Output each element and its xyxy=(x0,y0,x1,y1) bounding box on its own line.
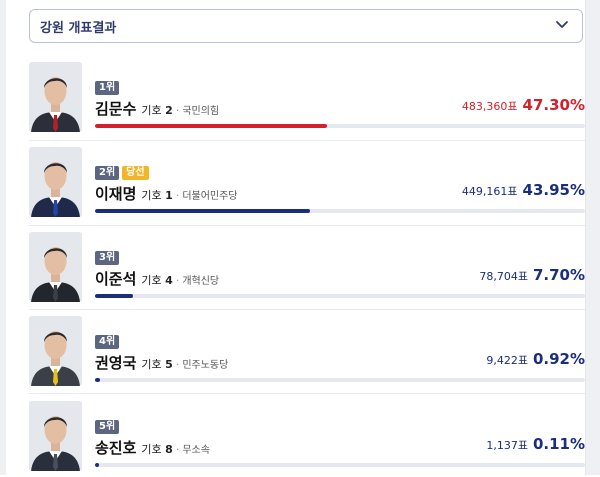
candidate-party: 더불어민주당 xyxy=(182,191,238,202)
candidate-photo xyxy=(29,62,82,132)
badge-group: 4위 xyxy=(95,335,120,349)
region-select-label: 강원 개표결과 xyxy=(40,20,117,36)
candidate-name: 이준석 xyxy=(95,270,137,288)
candidate-number-prefix: 기호 xyxy=(141,443,162,456)
badge-group: 2위 당선 xyxy=(95,166,149,180)
row-divider xyxy=(29,309,585,310)
candidate-photo xyxy=(29,401,82,471)
candidate-party: 무소속 xyxy=(182,445,210,456)
vote-percent: 0.11% xyxy=(532,435,585,453)
candidate-name: 송진호 xyxy=(95,439,137,457)
candidate-photo xyxy=(29,147,82,217)
candidate-number: 기호 8 xyxy=(141,441,172,457)
vote-share-bar-track xyxy=(95,378,585,382)
left-frame xyxy=(0,0,6,475)
candidate-row: 2위 당선 이재명 기호 1 · 더불어민주당 449,161표 43.95% xyxy=(29,147,589,223)
row-divider xyxy=(29,393,585,394)
badge-group: 5위 xyxy=(95,420,120,434)
row-divider xyxy=(29,140,585,141)
candidate-row: 3위 이준석 기호 4 · 개혁신당 78,704표 7.70% xyxy=(29,232,589,308)
vote-count: 483,360표 xyxy=(461,100,518,113)
rank-badge: 3위 xyxy=(95,251,120,265)
candidate-number-value: 8 xyxy=(165,443,173,456)
separator-dot: · xyxy=(175,443,180,456)
candidate-number-value: 1 xyxy=(165,189,173,202)
candidate-party: 국민의힘 xyxy=(182,106,220,117)
candidate-number: 기호 2 xyxy=(141,102,172,118)
vote-count: 449,161표 xyxy=(461,185,518,198)
candidate-name: 권영국 xyxy=(95,354,137,372)
separator-dot: · xyxy=(175,189,180,202)
candidate-number-prefix: 기호 xyxy=(141,274,162,287)
vote-share-bar-fill xyxy=(95,209,311,213)
vote-percent: 47.30% xyxy=(522,96,585,114)
vote-share-bar-track xyxy=(95,209,585,213)
rank-badge: 5위 xyxy=(95,420,120,434)
separator-dot: · xyxy=(175,358,180,371)
vote-share-bar-track xyxy=(95,294,585,298)
candidate-row: 4위 권영국 기호 5 · 민주노동당 9,422표 0.92% xyxy=(29,316,589,392)
candidate-number-prefix: 기호 xyxy=(141,358,162,371)
candidate-number: 기호 4 xyxy=(141,272,172,288)
vote-share-bar-fill xyxy=(95,463,99,467)
elected-badge: 당선 xyxy=(122,166,149,180)
vote-share-bar-fill xyxy=(95,294,133,298)
vote-share-bar-fill xyxy=(95,378,100,382)
region-select-dropdown[interactable]: 강원 개표결과 xyxy=(29,9,583,43)
vote-count: 78,704표 xyxy=(479,270,528,283)
separator-dot: · xyxy=(175,104,180,117)
candidate-name: 김문수 xyxy=(95,100,137,118)
vote-share-bar-track xyxy=(95,124,585,128)
candidate-number: 기호 1 xyxy=(141,187,172,203)
row-divider xyxy=(29,225,585,226)
candidate-row: 1위 김문수 기호 2 · 국민의힘 483,360표 47.30% xyxy=(29,62,589,138)
rank-badge: 2위 xyxy=(95,166,120,180)
candidate-party: 개혁신당 xyxy=(182,276,220,287)
vote-share-bar-fill xyxy=(95,124,327,128)
vote-percent: 43.95% xyxy=(522,181,585,199)
candidate-number-value: 2 xyxy=(165,104,173,117)
candidate-number-value: 4 xyxy=(165,274,173,287)
separator-dot: · xyxy=(175,274,180,287)
candidate-number-value: 5 xyxy=(165,358,173,371)
candidate-number-prefix: 기호 xyxy=(141,189,162,202)
vote-percent: 0.92% xyxy=(532,350,585,368)
badge-group: 1위 xyxy=(95,81,120,95)
vote-count: 9,422표 xyxy=(486,354,528,367)
chevron-down-icon xyxy=(554,16,570,36)
candidate-photo xyxy=(29,232,82,302)
badge-group: 3위 xyxy=(95,251,120,265)
candidate-number-prefix: 기호 xyxy=(141,104,162,117)
rank-badge: 4위 xyxy=(95,335,120,349)
candidate-row: 5위 송진호 기호 8 · 무소속 1,137표 0.11% xyxy=(29,401,589,477)
candidate-name: 이재명 xyxy=(95,185,137,203)
vote-count: 1,137표 xyxy=(486,439,528,452)
candidate-photo xyxy=(29,316,82,386)
vote-share-bar-track xyxy=(95,463,585,467)
vote-percent: 7.70% xyxy=(532,266,585,284)
candidate-number: 기호 5 xyxy=(141,356,172,372)
candidate-party: 민주노동당 xyxy=(182,360,229,371)
rank-badge: 1위 xyxy=(95,81,120,95)
